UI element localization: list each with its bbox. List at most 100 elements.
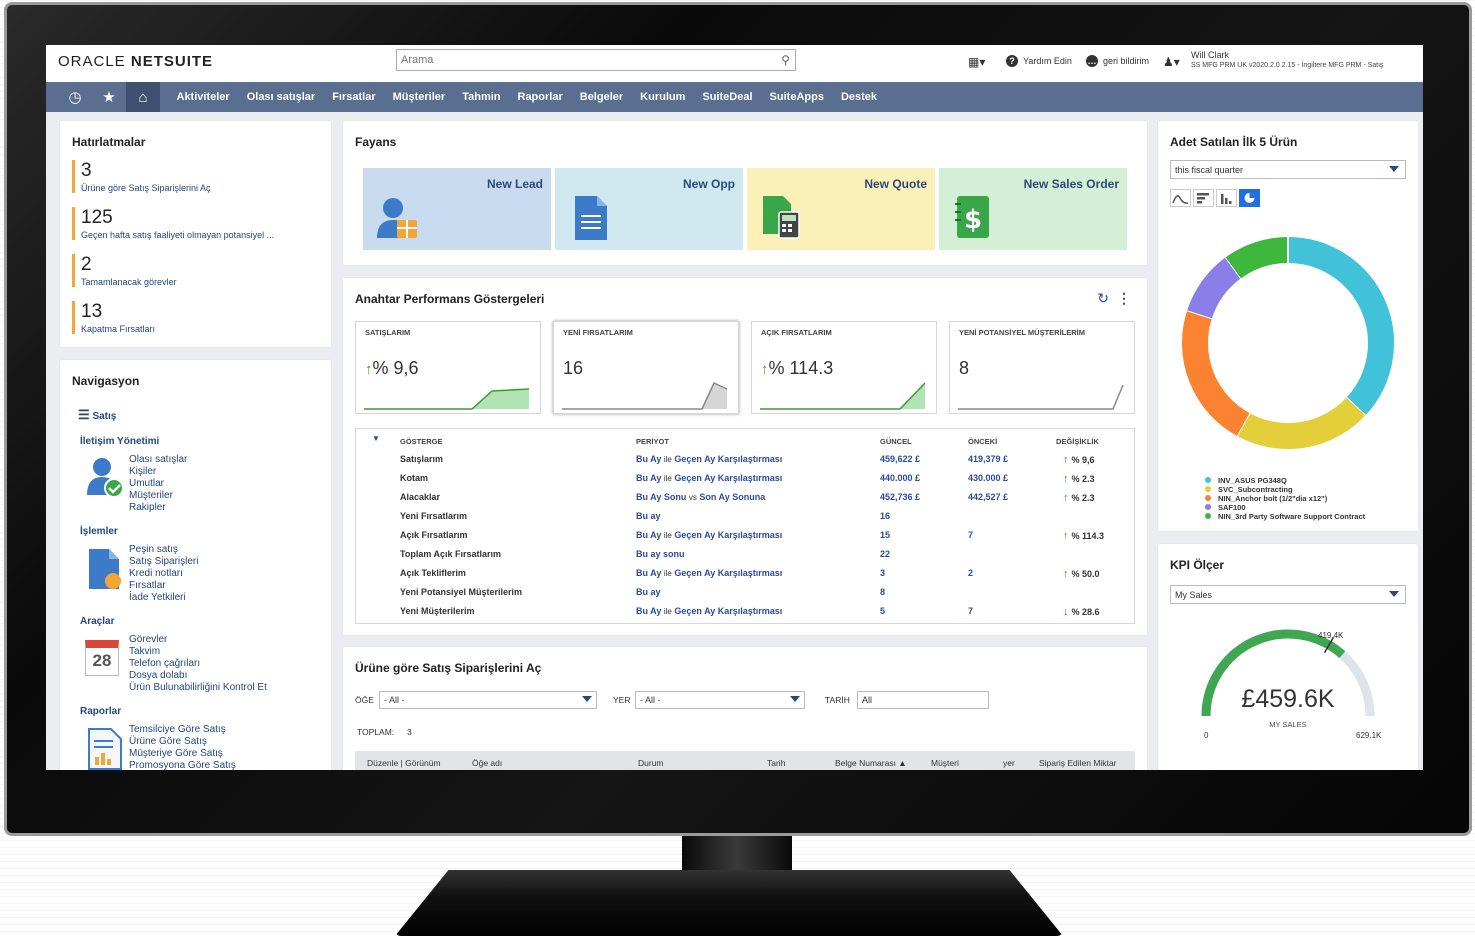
donut-slice[interactable] — [1187, 257, 1242, 319]
reminder-item[interactable]: 13 Kapatma Fırsatları — [72, 301, 155, 334]
home-icon[interactable]: ⌂ — [126, 82, 160, 112]
kpi-period[interactable]: Bu Ay ile Geçen Ay Karşılaştırması — [636, 454, 782, 464]
recent-history-icon[interactable]: ◷ — [58, 82, 92, 112]
search-input[interactable] — [397, 50, 767, 70]
reminder-label[interactable]: Tamamlanacak görevler — [81, 277, 177, 287]
item-filter-select[interactable]: - All - — [379, 691, 597, 709]
kpi-previous-value[interactable]: 2 — [968, 568, 973, 578]
column-header[interactable]: Müşteri — [931, 758, 959, 768]
nav-item-firsatlar[interactable]: Fırsatlar — [324, 91, 384, 103]
kpi-period[interactable]: Bu Ay ile Geçen Ay Karşılaştırması — [636, 568, 782, 578]
nav-item-tahmin[interactable]: Tahmin — [454, 91, 509, 103]
kpi-current-value[interactable]: 15 — [880, 530, 890, 540]
legend-item[interactable]: SAF100 — [1205, 503, 1365, 512]
kpi-card-new-opportunities[interactable]: YENİ FIRSATLARIM 16 — [553, 321, 739, 414]
kpi-previous-value[interactable]: 442,527 £ — [968, 492, 1008, 502]
legend-item[interactable]: NIN_Anchor bolt (1/2"dia x12") — [1205, 494, 1365, 503]
nav-link[interactable]: Ürün Bulunabilirliğini Kontrol Et — [129, 682, 267, 694]
kpi-card-open-opportunities[interactable]: AÇIK FIRSATLARIM ↑% 114.3 — [751, 321, 937, 414]
star-icon[interactable]: ★ — [92, 82, 126, 112]
column-header[interactable]: Durum — [638, 758, 664, 768]
nav-item-raporlar[interactable]: Raporlar — [509, 91, 571, 103]
new-lead-tile[interactable]: New Lead — [363, 168, 551, 250]
nav-link[interactable]: Satış Siparişleri — [129, 556, 198, 568]
nav-link[interactable]: Takvim — [129, 646, 267, 658]
nav-item-destek[interactable]: Destek — [832, 91, 885, 103]
nav-link[interactable]: Temsilciye Göre Satış — [129, 724, 236, 736]
user-info[interactable]: Will Clark SS MFG PRM UK v2020.2.0 2.15 … — [1191, 50, 1384, 69]
search-icon[interactable]: ⚲ — [781, 53, 790, 67]
column-header[interactable]: Tarih — [767, 758, 785, 768]
role-switcher[interactable]: ♟▾ — [1163, 55, 1180, 69]
kpi-card-sales[interactable]: SATIŞLARIM ↑% 9,6 — [355, 321, 541, 414]
oracle-netsuite-logo[interactable]: ORACLE NETSUITE — [58, 53, 213, 70]
legend-item[interactable]: SVC_Subcontracting — [1205, 485, 1365, 494]
reminder-label[interactable]: Geçen hafta satış faaliyeti olmayan pota… — [81, 230, 274, 240]
kpi-period[interactable]: Bu ay sonu — [636, 549, 685, 559]
nav-link[interactable]: Olası satışlar — [129, 454, 187, 466]
donut-slice[interactable] — [1225, 237, 1289, 279]
nav-link[interactable]: Dosya dolabı — [129, 670, 267, 682]
feedback-link[interactable]: … geri bildirim — [1086, 55, 1149, 67]
nav-item-musteriler[interactable]: Müşteriler — [384, 91, 454, 103]
donut-slice[interactable] — [1236, 397, 1366, 449]
nav-link[interactable]: Promosyona Göre Satış — [129, 760, 236, 770]
help-link[interactable]: ? Yardım Edin — [1006, 55, 1072, 67]
global-search[interactable]: ⚲ — [396, 49, 796, 71]
nav-link[interactable]: İade Yetkileri — [129, 592, 198, 604]
kpi-previous-value[interactable]: 419,379 £ — [968, 454, 1008, 464]
new-opp-tile[interactable]: New Opp — [555, 168, 743, 250]
date-filter-select[interactable]: All — [857, 691, 989, 709]
nav-item-suiteapps[interactable]: SuiteApps — [761, 91, 832, 103]
kpi-select[interactable]: My Sales — [1170, 585, 1406, 604]
line-chart-toggle[interactable] — [1170, 189, 1191, 207]
location-filter-select[interactable]: - All - — [635, 691, 805, 709]
kpi-current-value[interactable]: 16 — [880, 511, 890, 521]
nav-link[interactable]: Umutlar — [129, 478, 187, 490]
period-select[interactable]: this fiscal quarter — [1170, 160, 1406, 179]
legend-item[interactable]: NIN_3rd Party Software Support Contract — [1205, 512, 1365, 521]
create-new-menu[interactable]: ▦▾ — [968, 55, 985, 69]
kpi-current-value[interactable]: 8 — [880, 587, 885, 597]
kpi-current-value[interactable]: 459,622 £ — [880, 454, 920, 464]
kpi-current-value[interactable]: 22 — [880, 549, 890, 559]
kpi-period[interactable]: Bu Ay ile Geçen Ay Karşılaştırması — [636, 473, 782, 483]
reminder-item[interactable]: 3 Ürüne göre Satış Siparişlerini Aç — [72, 160, 211, 193]
column-header[interactable]: yer — [1003, 758, 1015, 768]
reminder-label[interactable]: Ürüne göre Satış Siparişlerini Aç — [81, 183, 211, 193]
nav-link[interactable]: Ürüne Göre Satış — [129, 736, 236, 748]
column-header[interactable]: Düzenle | Görünüm — [367, 758, 441, 768]
nav-link[interactable]: Kredi notları — [129, 568, 198, 580]
nav-link[interactable]: Görevler — [129, 634, 267, 646]
nav-link[interactable]: Fırsatlar — [129, 580, 198, 592]
nav-item-suitedeal[interactable]: SuiteDeal — [694, 91, 761, 103]
nav-link[interactable]: Telefon çağrıları — [129, 658, 267, 670]
nav-link[interactable]: Rakipler — [129, 502, 187, 514]
donut-slice[interactable] — [1287, 237, 1394, 416]
nav-item-kurulum[interactable]: Kurulum — [632, 91, 694, 103]
nav-link[interactable]: Peşin satış — [129, 544, 198, 556]
column-chart-toggle[interactable] — [1216, 189, 1237, 207]
new-sales-order-tile[interactable]: New Sales Order $ — [939, 168, 1127, 250]
kpi-period[interactable]: Bu Ay ile Geçen Ay Karşılaştırması — [636, 530, 782, 540]
column-header[interactable]: Sipariş Edilen Miktar — [1039, 758, 1116, 768]
nav-item-aktiviteler[interactable]: Aktiviteler — [168, 91, 238, 103]
kpi-period[interactable]: Bu Ay ile Geçen Ay Karşılaştırması — [636, 606, 782, 616]
nav-link[interactable]: Kişiler — [129, 466, 187, 478]
kpi-current-value[interactable]: 5 — [880, 606, 885, 616]
kpi-current-value[interactable]: 452,736 £ — [880, 492, 920, 502]
kpi-period[interactable]: Bu Ay Sonu vs Son Ay Sonuna — [636, 492, 765, 502]
collapse-icon[interactable]: ▼ — [372, 434, 380, 443]
kpi-current-value[interactable]: 3 — [880, 568, 885, 578]
legend-item[interactable]: INV_ASUS PG348Q — [1205, 476, 1365, 485]
kpi-current-value[interactable]: 440.000 £ — [880, 473, 920, 483]
donut-chart-toggle[interactable] — [1239, 189, 1260, 207]
reminder-item[interactable]: 125 Geçen hafta satış faaliyeti olmayan … — [72, 207, 274, 240]
nav-item-belgeler[interactable]: Belgeler — [571, 91, 631, 103]
kpi-previous-value[interactable]: 7 — [968, 606, 973, 616]
kpi-card-new-leads[interactable]: YENİ POTANSİYEL MÜŞTERİLERİM 8 — [949, 321, 1135, 414]
bar-chart-toggle[interactable] — [1193, 189, 1214, 207]
more-options-icon[interactable]: ⋮ — [1117, 290, 1131, 307]
sales-menu[interactable]: ☰ Satış — [78, 407, 116, 423]
kpi-previous-value[interactable]: 430.000 £ — [968, 473, 1008, 483]
